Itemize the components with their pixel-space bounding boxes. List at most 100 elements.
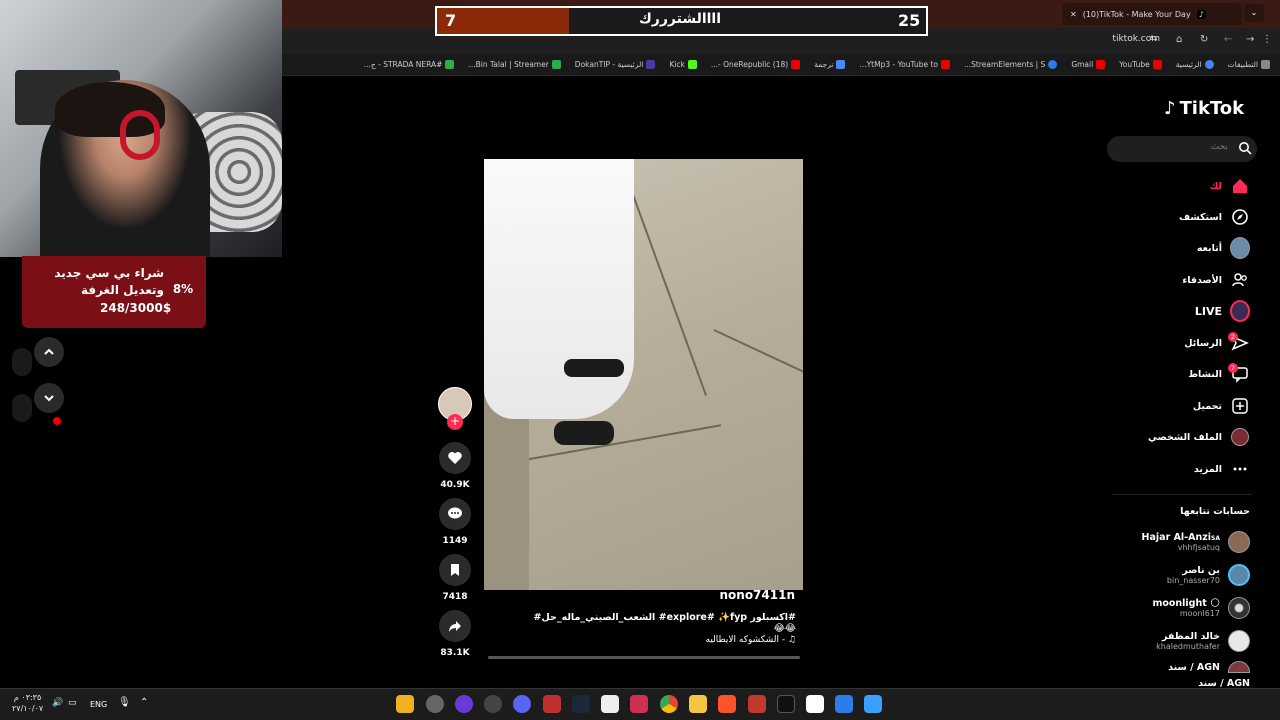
webcam-overlay	[0, 0, 282, 257]
taskbar-app-icon[interactable]	[455, 695, 473, 713]
taskbar-app-icon[interactable]	[543, 695, 561, 713]
steam-icon[interactable]	[572, 695, 590, 713]
chrome-icon[interactable]	[660, 695, 678, 713]
live-icon	[1230, 300, 1250, 322]
video-progress-bar[interactable]	[488, 656, 800, 659]
bookmark-item[interactable]: Gmail	[1071, 60, 1106, 69]
comment-count: 1149	[442, 536, 468, 546]
comment-icon	[448, 507, 462, 519]
search-icon[interactable]	[1238, 140, 1252, 159]
video-author[interactable]: nono7411n	[690, 588, 795, 602]
score-right: 25	[898, 11, 921, 30]
profile-avatar-icon	[1230, 427, 1250, 447]
taskbar-app-icon[interactable]	[630, 695, 648, 713]
youtube-icon	[1152, 60, 1162, 69]
speaker-icon[interactable]: 🔊	[52, 698, 63, 708]
bookmark-icon	[451, 564, 459, 576]
nav-friends[interactable]: الأصدقاء	[1182, 270, 1250, 290]
save-button[interactable]	[439, 554, 471, 586]
tiktok-note-icon: ♪	[1164, 98, 1176, 119]
bookmark-item[interactable]: ترجمة	[814, 60, 846, 69]
windows-start-icon[interactable]	[864, 695, 882, 713]
nav-live[interactable]: LIVE	[1195, 300, 1250, 322]
network-icon[interactable]: ▭	[68, 698, 77, 708]
nav-activity[interactable]: النشاط	[1188, 364, 1250, 384]
home-button-icon[interactable]: ⌂	[1176, 34, 1182, 45]
bookmark-item[interactable]: Kick	[669, 60, 697, 69]
video-player[interactable]	[484, 159, 803, 590]
bookmark-item[interactable]: الرئيسية	[1176, 60, 1214, 69]
following-account[interactable]: moonlight 🌕 moonl617	[1152, 597, 1250, 619]
tiktok-logo[interactable]: ♪ TikTok	[1164, 98, 1244, 119]
discord-icon[interactable]	[513, 695, 531, 713]
taskbar-app-icon[interactable]	[396, 695, 414, 713]
pavement-crack	[623, 169, 708, 396]
taskbar-app-icon[interactable]	[426, 695, 444, 713]
brave-icon[interactable]	[718, 695, 736, 713]
tab-search-icon[interactable]: ⌄	[1244, 4, 1264, 22]
like-button[interactable]	[439, 442, 471, 474]
nav-more[interactable]: المزيد	[1194, 459, 1250, 479]
bookmark-item[interactable]: #STRADA NERA - ج...	[364, 60, 455, 69]
next-video-button[interactable]	[34, 383, 64, 413]
following-account[interactable]: Hajar Al-AnziSA vhhfjsatuq	[1142, 531, 1250, 553]
menu-icon[interactable]: ⋮	[1262, 34, 1272, 45]
nav-upload[interactable]: تحميل	[1193, 396, 1250, 416]
translate-icon	[836, 60, 846, 69]
account-avatar	[1228, 597, 1250, 619]
following-account[interactable]: سند / AGN	[1168, 661, 1250, 673]
file-icon[interactable]	[601, 695, 619, 713]
nav-explore[interactable]: استكشف	[1179, 207, 1250, 227]
goal-percent: 8%	[172, 282, 194, 296]
nav-for-you[interactable]: لك	[1210, 176, 1250, 196]
taskbar-app-icon[interactable]	[484, 695, 502, 713]
bookmark-apps[interactable]: التطبيقات	[1228, 60, 1270, 69]
bookmark-item[interactable]: (18) OneRepublic -...	[711, 60, 801, 69]
cursor-dot-icon	[53, 417, 61, 425]
bookmark-item[interactable]: Bin Talal | Streamer...	[468, 60, 561, 69]
nav-shadow	[12, 348, 32, 376]
more-icon	[1230, 459, 1250, 479]
browser-tab[interactable]: ✕ (10)TikTok - Make Your Day ♪	[1062, 3, 1242, 25]
tiktok-app-icon[interactable]	[777, 695, 795, 713]
microphone-icon[interactable]: 🎙	[118, 697, 131, 708]
search-placeholder: بحث	[1210, 142, 1228, 152]
video-caption: #اكسبلور explore# ✨fyp# الشعب_الصيني_مال…	[533, 612, 796, 634]
system-clock[interactable]: ٠٣:٣٥ م ٢٧/١٠/٠٧	[12, 692, 43, 714]
bookmark-item[interactable]: StreamElements | S...	[964, 60, 1058, 69]
dokantip-icon	[646, 60, 656, 69]
store-icon[interactable]	[835, 695, 853, 713]
pavement-crack	[713, 329, 803, 382]
sandal	[564, 359, 624, 377]
following-account[interactable]: سند / AGN	[1198, 678, 1250, 689]
previous-video-button[interactable]	[34, 337, 64, 367]
sandal	[554, 421, 614, 445]
bookmark-item[interactable]: YouTube	[1119, 60, 1162, 69]
home-icon	[1230, 176, 1250, 196]
apps-grid-icon	[1261, 60, 1270, 69]
nav-messages[interactable]: الرسائل	[1184, 333, 1250, 353]
address-bar[interactable]: tiktok.com	[1112, 34, 1160, 44]
bookmark-item[interactable]: YtMp3 - YouTube to...	[859, 60, 950, 69]
language-indicator[interactable]: ENG	[90, 700, 107, 709]
comment-button[interactable]	[439, 498, 471, 530]
following-account[interactable]: خالد المظفر khaledmuthafer	[1156, 630, 1250, 652]
share-button[interactable]	[439, 610, 471, 642]
forward-icon[interactable]: ←	[1224, 34, 1232, 45]
nav-profile[interactable]: الملف الشخصي	[1148, 427, 1250, 447]
nav-following[interactable]: أتابعه	[1197, 237, 1250, 259]
back-icon[interactable]: →	[1246, 34, 1254, 45]
taskbar-app-icon[interactable]	[806, 695, 824, 713]
follow-plus-icon[interactable]: +	[447, 414, 463, 430]
taskbar-app-icon[interactable]	[748, 695, 766, 713]
video-music[interactable]: ♫ - الشكشوكه الايطاليه	[600, 635, 796, 645]
close-tab-icon[interactable]: ✕	[1070, 10, 1077, 19]
chevron-down-icon	[44, 395, 54, 402]
folder-icon[interactable]	[689, 695, 707, 713]
nav-shadow	[12, 394, 32, 422]
account-avatar	[1228, 661, 1250, 673]
following-account[interactable]: بن ناصر bin_nasser70	[1167, 564, 1250, 586]
tray-chevron-up-icon[interactable]: ⌃	[140, 697, 148, 708]
reload-icon[interactable]: ↻	[1200, 34, 1208, 45]
bookmark-item[interactable]: الرئيسية - DokanTIP	[575, 60, 656, 69]
